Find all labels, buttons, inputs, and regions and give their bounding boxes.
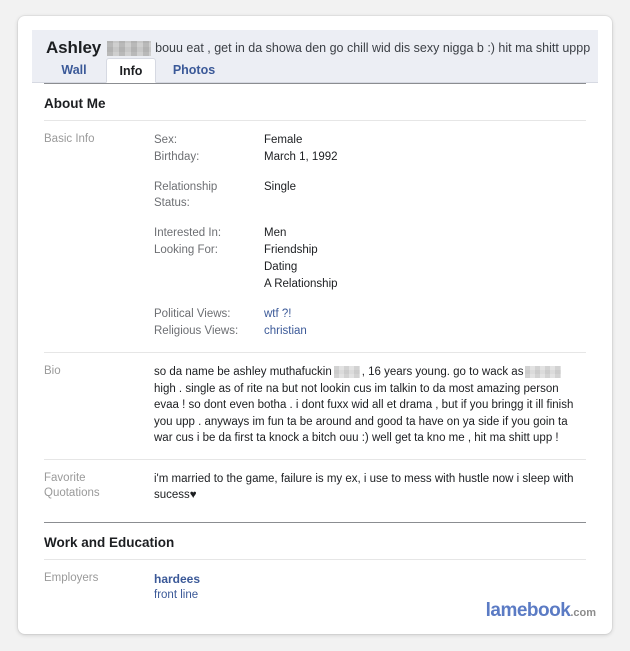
field-value-looking-for-2: Dating (264, 261, 298, 273)
lamebook-watermark: lamebook.com (486, 600, 596, 622)
field-key-blank-1 (154, 259, 264, 276)
tab-photos[interactable]: Photos (161, 58, 227, 83)
field-row-looking-for: Looking For: Friendship (154, 242, 338, 259)
field-row-birthday: Birthday: March 1, 1992 (154, 149, 338, 166)
profile-status-text: bouu eat , get in da showa den go chill … (155, 41, 592, 55)
field-key-blank-2 (154, 276, 264, 293)
profile-card: Ashley bouu eat , get in da showa den go … (18, 16, 612, 634)
row-value-favorite-quotations: i'm married to the game, failure is my e… (154, 471, 586, 504)
redacted-surname-block (107, 40, 152, 56)
field-row-relationship-status: Relationship Status: Single (154, 179, 338, 212)
field-key-religious-views: Religious Views: (154, 325, 239, 337)
field-row-looking-for-2: Dating (154, 259, 338, 276)
watermark-brand: lamebook (485, 600, 571, 621)
field-row-religious-views: Religious Views: christian (154, 323, 338, 340)
field-value-sex: Female (264, 134, 303, 146)
tab-wall[interactable]: Wall (46, 58, 102, 83)
field-row-looking-for-3: A Relationship (154, 276, 338, 293)
field-row-political-views: Political Views: wtf ?! (154, 306, 338, 323)
field-spacer-3 (154, 293, 338, 306)
field-key-relationship-status: Relationship Status: (154, 181, 218, 209)
field-value-relationship-status: Single (264, 181, 296, 193)
row-value-basic-info: Sex: Female Birthday: March 1, 1992 Rela… (154, 132, 586, 340)
field-value-interested-in: Men (264, 227, 287, 239)
watermark-tld: .com (570, 607, 596, 619)
row-label-favorite-quotations-line2: Quotations (44, 486, 100, 499)
field-value-religious-views[interactable]: christian (264, 323, 338, 340)
field-key-political-views: Political Views: (154, 308, 231, 320)
bio-text-part1: so da name be ashley muthafuckin (154, 366, 332, 378)
section-heading-about-me: About Me (44, 83, 586, 120)
bio-text-part3: high . single as of rite na but not look… (154, 382, 574, 445)
row-label-favorite-quotations: Favorite Quotations (44, 471, 154, 504)
field-value-birthday: March 1, 1992 (264, 151, 338, 163)
info-row-favorite-quotations: Favorite Quotations i'm married to the g… (44, 458, 586, 516)
field-spacer-2 (154, 212, 338, 225)
row-label-bio: Bio (44, 365, 61, 377)
page-title: Ashley (46, 38, 102, 57)
field-value-looking-for-3: A Relationship (264, 278, 338, 290)
info-row-bio: Bio so da name be ashley muthafuckin , 16… (44, 352, 586, 459)
field-value-looking-for-1: Friendship (264, 244, 318, 256)
section-heading-work-and-education: Work and Education (44, 521, 586, 559)
field-key-interested-in: Interested In: (154, 227, 222, 239)
field-row-interested-in: Interested In: Men (154, 225, 338, 242)
bio-text-part2: , 16 years young. go to wack as (361, 366, 524, 378)
row-label-favorite-quotations-line1: Favorite (44, 471, 86, 484)
info-row-basic-info: Basic Info Sex: Female Birthday: March 1… (44, 120, 586, 352)
field-key-birthday: Birthday: (154, 151, 200, 163)
field-key-looking-for: Looking For: (154, 244, 218, 256)
field-spacer-1 (154, 166, 338, 179)
bio-text: so da name be ashley muthafuckin , 16 yea… (154, 364, 574, 447)
redacted-bio-block-2 (525, 365, 562, 378)
employer-name-link[interactable]: hardees (154, 571, 586, 587)
field-row-sex: Sex: Female (154, 132, 338, 149)
field-value-political-views[interactable]: wtf ?! (264, 306, 338, 323)
favorite-quotations-text: i'm married to the game, failure is my e… (154, 472, 574, 502)
profile-info-content: About Me Basic Info Sex: Female Birthday… (32, 83, 598, 615)
tab-info[interactable]: Info (106, 58, 156, 83)
row-value-bio: so da name be ashley muthafuckin , 16 yea… (154, 364, 586, 447)
profile-name-row: Ashley bouu eat , get in da showa den go … (46, 38, 592, 60)
basic-info-field-table: Sex: Female Birthday: March 1, 1992 Rela… (154, 132, 338, 340)
redacted-bio-block-1 (333, 365, 360, 378)
field-key-sex: Sex: (154, 134, 178, 146)
row-value-employers: hardees front line (154, 571, 586, 603)
row-label-basic-info: Basic Info (44, 133, 95, 145)
row-label-employers: Employers (44, 571, 99, 584)
